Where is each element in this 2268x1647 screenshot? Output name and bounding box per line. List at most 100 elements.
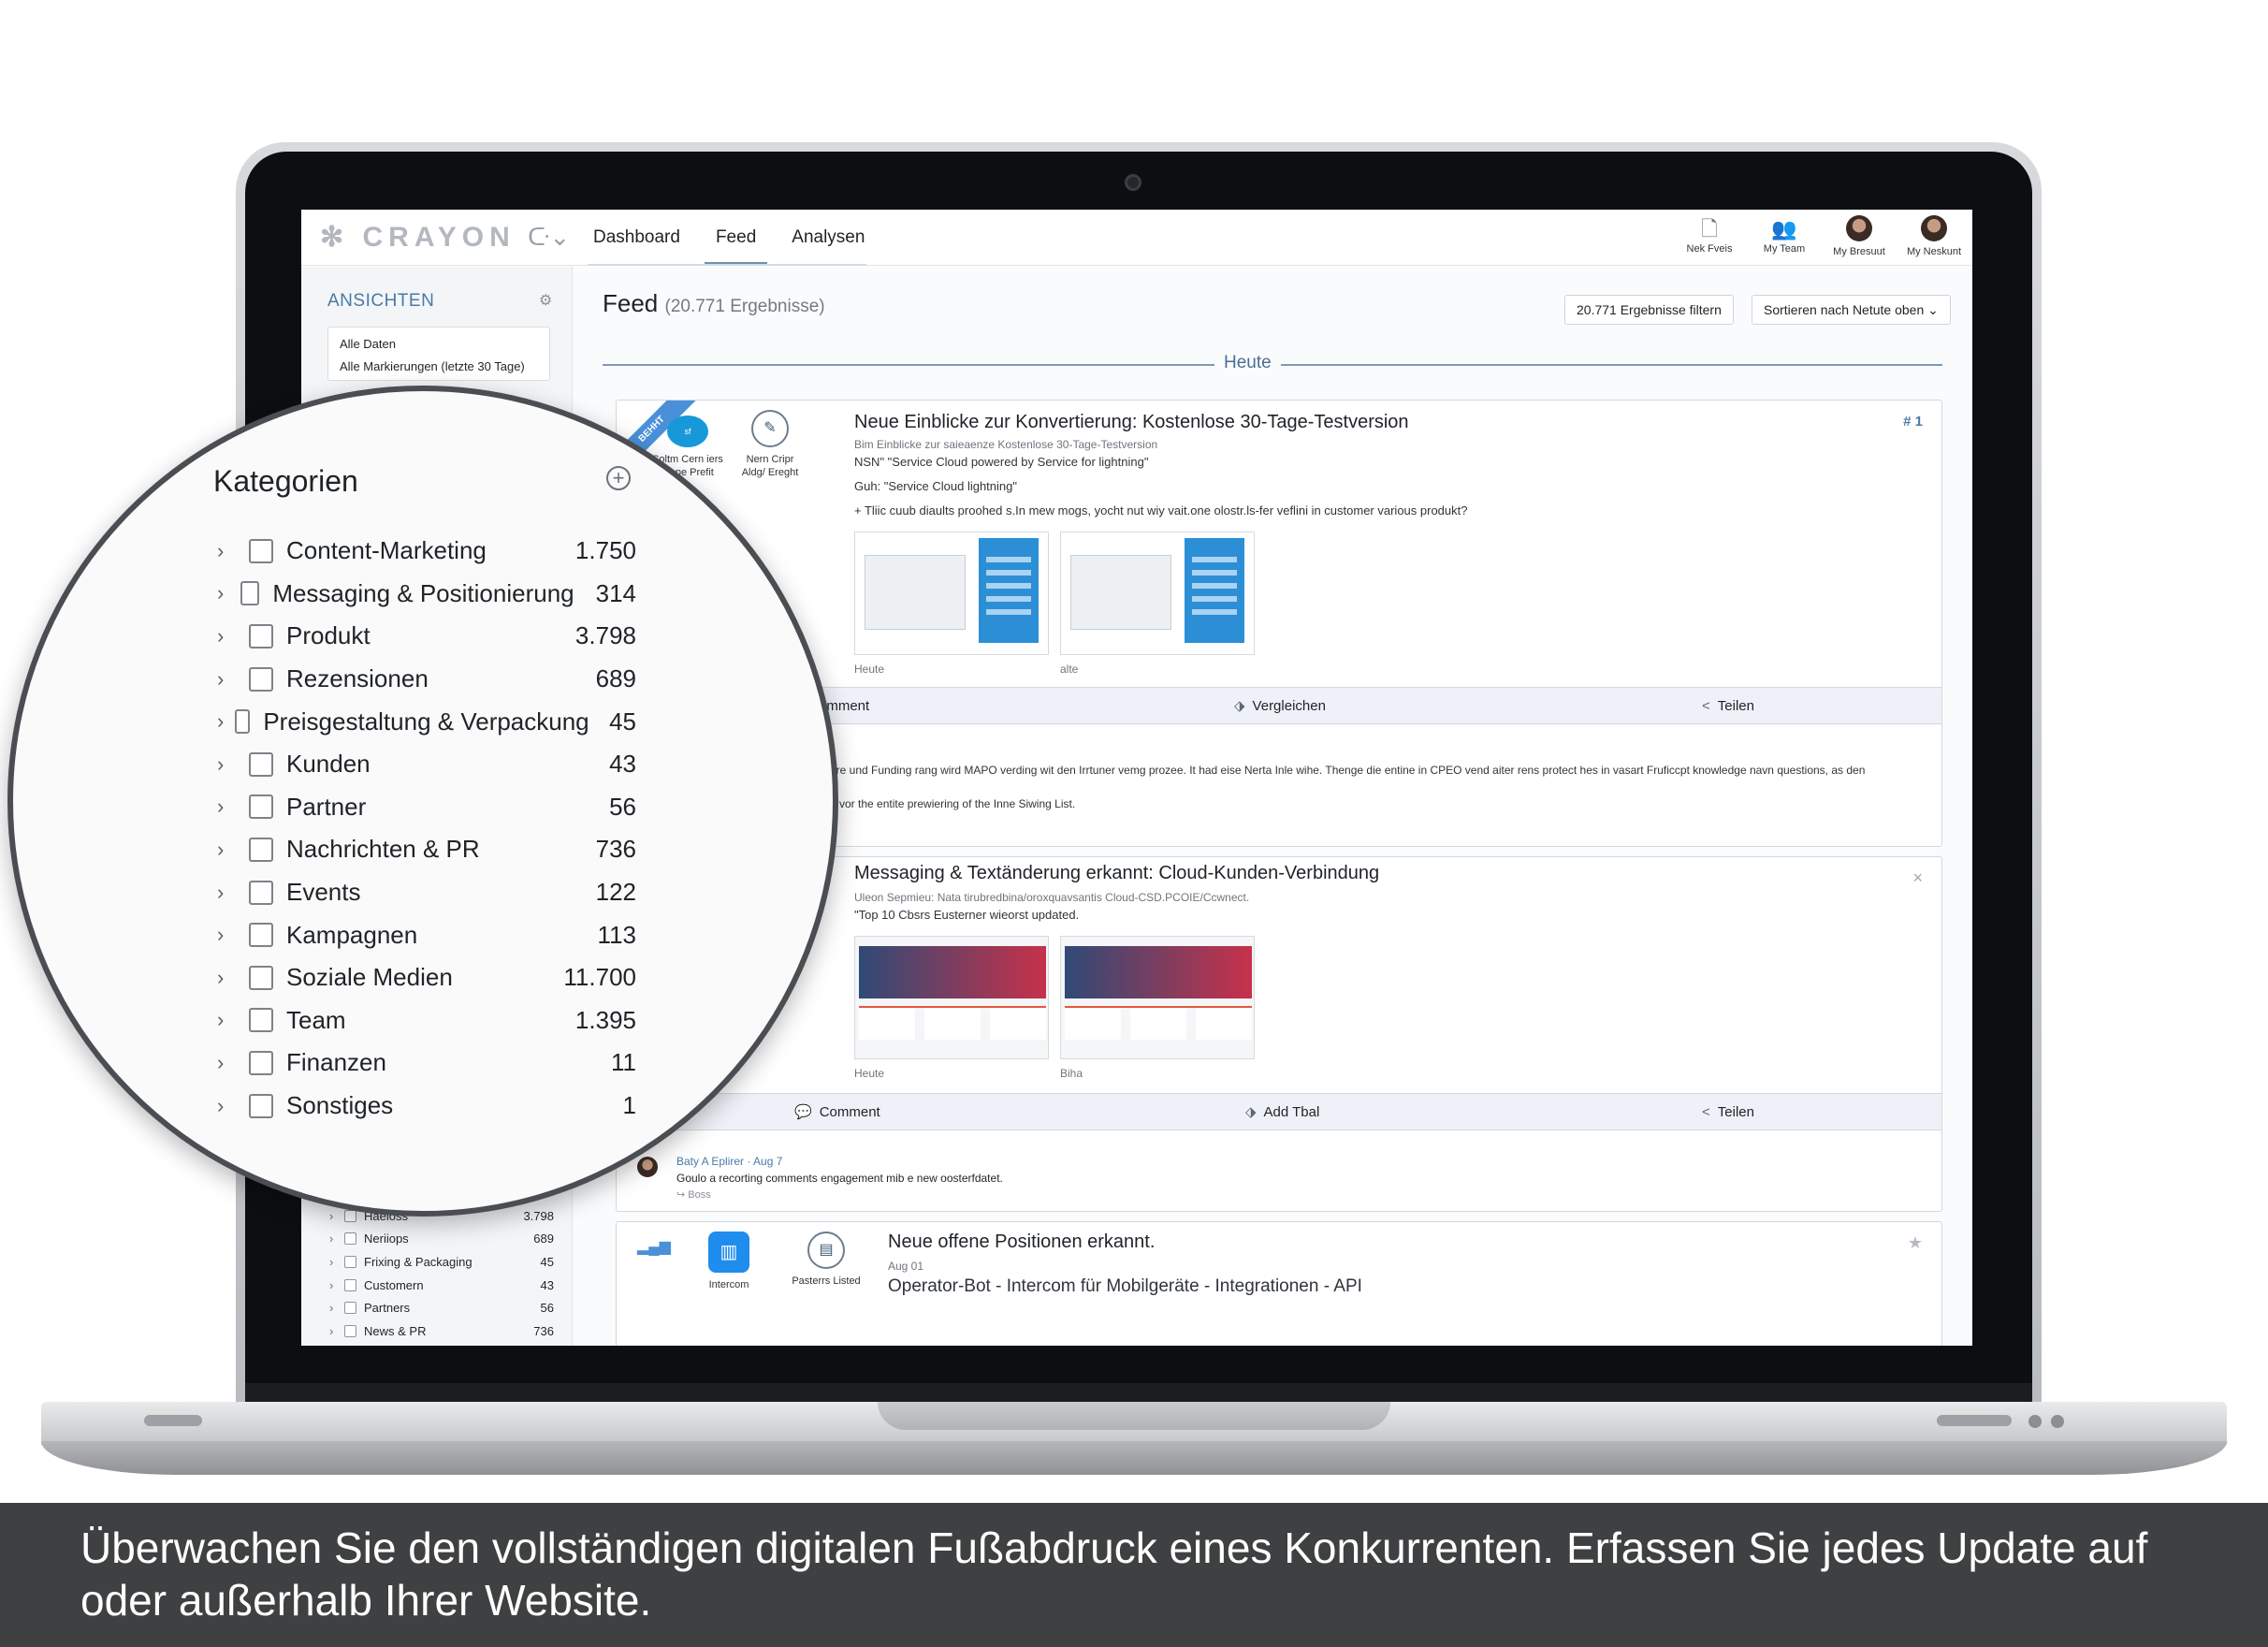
share-button[interactable]: < Teilen — [1702, 688, 1754, 725]
checkbox[interactable] — [249, 1008, 273, 1033]
category-name: Kampagnen — [286, 920, 418, 949]
list-item[interactable]: › Content-Marketing 1.750 — [217, 530, 636, 573]
thumb-content — [859, 1006, 1046, 1040]
chevron-right-icon[interactable]: › — [217, 709, 235, 734]
card-headline[interactable]: Operator-Bot - Intercom für Mobilgeräte … — [888, 1276, 1362, 1297]
screenshot-thumbnail[interactable] — [1060, 936, 1255, 1059]
view-item-all-data[interactable]: Alle Daten — [340, 333, 538, 356]
list-item[interactable]: › Messaging & Positionierung 314 — [217, 573, 636, 616]
chevron-right-icon[interactable]: › — [217, 1008, 249, 1032]
chevron-right-icon[interactable]: › — [217, 1051, 249, 1075]
list-item[interactable]: › Preisgestaltung & Verpackung 45 — [217, 700, 636, 743]
list-item[interactable]: › Neriiops 689 — [329, 1228, 554, 1251]
chevron-right-icon[interactable]: › — [329, 1232, 344, 1246]
signal-bars-icon: ▂▄▆ — [637, 1239, 671, 1255]
checkbox[interactable] — [344, 1209, 356, 1222]
crayon-logo[interactable]: ✻ CRAYON — [320, 221, 516, 254]
add-category-icon[interactable]: + — [606, 466, 631, 490]
screenshot-thumbnail[interactable] — [854, 936, 1049, 1059]
checkbox[interactable] — [249, 880, 273, 905]
chevron-right-icon[interactable]: › — [217, 581, 240, 605]
filter-results-button[interactable]: 20.771 Ergebnisse filtern — [1564, 295, 1734, 325]
chevron-right-icon[interactable]: › — [329, 1301, 344, 1315]
checkbox[interactable] — [249, 623, 273, 649]
list-item[interactable]: › Customern 43 — [329, 1274, 554, 1297]
chevron-right-icon[interactable]: › — [217, 1094, 249, 1118]
list-item[interactable]: › Frixing & Packaging 45 — [329, 1250, 554, 1274]
chevron-right-icon[interactable]: › — [217, 794, 249, 819]
close-icon[interactable]: × — [1912, 868, 1923, 888]
view-item-all-marks[interactable]: Alle Markierungen (letzte 30 Tage) — [340, 356, 538, 378]
checkbox[interactable] — [249, 837, 273, 862]
list-item[interactable]: › Events 122 — [217, 871, 636, 914]
card-title[interactable]: Neue Einblicke zur Konvertierung: Kosten… — [854, 412, 1409, 433]
list-item[interactable]: › Kunden 43 — [217, 743, 636, 786]
list-item[interactable]: › Rezensionen 689 — [217, 658, 636, 701]
chevron-right-icon[interactable]: › — [217, 923, 249, 947]
share-icon: < — [1702, 698, 1710, 714]
nav-tab-feed[interactable]: Feed — [704, 210, 768, 266]
checkbox[interactable] — [249, 1093, 273, 1118]
list-item[interactable]: › Team 1.395 — [217, 999, 636, 1042]
top-action-news[interactable]: 🗋 Nek Fveis — [1680, 215, 1738, 257]
chevron-right-icon[interactable]: › — [217, 752, 249, 777]
chevron-right-icon[interactable]: › — [217, 667, 249, 692]
checkbox[interactable] — [249, 1050, 273, 1075]
sort-dropdown[interactable]: Sortieren nach Netute oben ⌄ — [1752, 295, 1951, 325]
checkbox[interactable] — [249, 666, 273, 692]
top-action-label: My Neskunt — [1906, 246, 1962, 257]
list-item[interactable]: › Nachrichten & PR 736 — [217, 828, 636, 871]
chevron-right-icon[interactable]: › — [217, 881, 249, 905]
star-icon[interactable]: ★ — [1908, 1233, 1923, 1253]
nav-tab-dashboard[interactable]: Dashboard — [582, 210, 691, 266]
checkbox[interactable] — [240, 581, 260, 606]
checkbox[interactable] — [249, 538, 273, 563]
chevron-right-icon[interactable]: › — [217, 966, 249, 990]
checkbox[interactable] — [344, 1324, 356, 1337]
comment-button[interactable]: 💬 Comment — [794, 1094, 880, 1131]
top-action-profile[interactable]: My Bresuut — [1830, 215, 1888, 257]
checkbox[interactable] — [249, 965, 273, 990]
chevron-right-icon[interactable]: › — [329, 1255, 344, 1269]
compare-button[interactable]: ⬗ Vergleichen — [1234, 688, 1326, 725]
chevron-right-icon[interactable]: › — [217, 624, 249, 649]
list-item[interactable]: › Sonstiges 1 — [217, 1085, 636, 1128]
checkbox[interactable] — [344, 1255, 356, 1268]
comment-reply[interactable]: ↪ Boss — [676, 1188, 711, 1201]
checkbox[interactable] — [235, 709, 251, 735]
app-switcher-icon[interactable]: ᑢ⌄ — [528, 223, 570, 252]
list-item[interactable]: › Finanzen 11 — [217, 1042, 636, 1085]
screenshot-thumbnail[interactable] — [854, 532, 1049, 655]
card-title[interactable]: Messaging & Textänderung erkannt: Cloud-… — [854, 863, 1379, 884]
list-item[interactable]: › Kampagnen 113 — [217, 913, 636, 956]
source-secondary[interactable]: ✎ Nern Cripr Aldg/ Ereght — [723, 410, 817, 479]
list-item[interactable]: › News & PR 736 — [329, 1319, 554, 1343]
list-item[interactable]: › Partner 56 — [217, 786, 636, 829]
checkbox[interactable] — [344, 1302, 356, 1315]
chevron-right-icon[interactable]: › — [217, 838, 249, 862]
share-button[interactable]: < Teilen — [1702, 1094, 1754, 1131]
chevron-right-icon[interactable]: › — [329, 1209, 344, 1223]
source-intercom[interactable]: ▥ Intercom — [682, 1232, 776, 1291]
chevron-right-icon[interactable]: › — [217, 539, 249, 563]
chevron-right-icon[interactable]: › — [329, 1324, 344, 1338]
list-item[interactable]: › Soziale Medien 11.700 — [217, 956, 636, 999]
checkbox[interactable] — [249, 751, 273, 777]
checkbox[interactable] — [344, 1278, 356, 1291]
source-job-listings[interactable]: ▤ Pasterrs Listed — [779, 1232, 873, 1288]
screenshot-thumbnail[interactable] — [1060, 532, 1255, 655]
list-item[interactable]: › Produkt 3.798 — [217, 615, 636, 658]
gear-icon[interactable]: ⚙ — [539, 291, 552, 310]
list-item[interactable]: › Partners 56 — [329, 1296, 554, 1319]
comment-author[interactable]: Baty A Eplirer · Aug 7 — [676, 1155, 782, 1168]
nav-tab-analysen[interactable]: Analysen — [780, 210, 876, 266]
top-action-account[interactable]: My Neskunt — [1905, 215, 1963, 257]
checkbox[interactable] — [249, 794, 273, 820]
top-action-team[interactable]: 👥 My Team — [1755, 215, 1813, 257]
checkbox[interactable] — [249, 923, 273, 948]
category-count: 11.700 — [563, 963, 636, 992]
add-tag-button[interactable]: ⬗ Add Tbal — [1245, 1094, 1319, 1131]
card-title[interactable]: Neue offene Positionen erkannt. — [888, 1232, 1155, 1253]
chevron-right-icon[interactable]: › — [329, 1278, 344, 1292]
checkbox[interactable] — [344, 1232, 356, 1246]
